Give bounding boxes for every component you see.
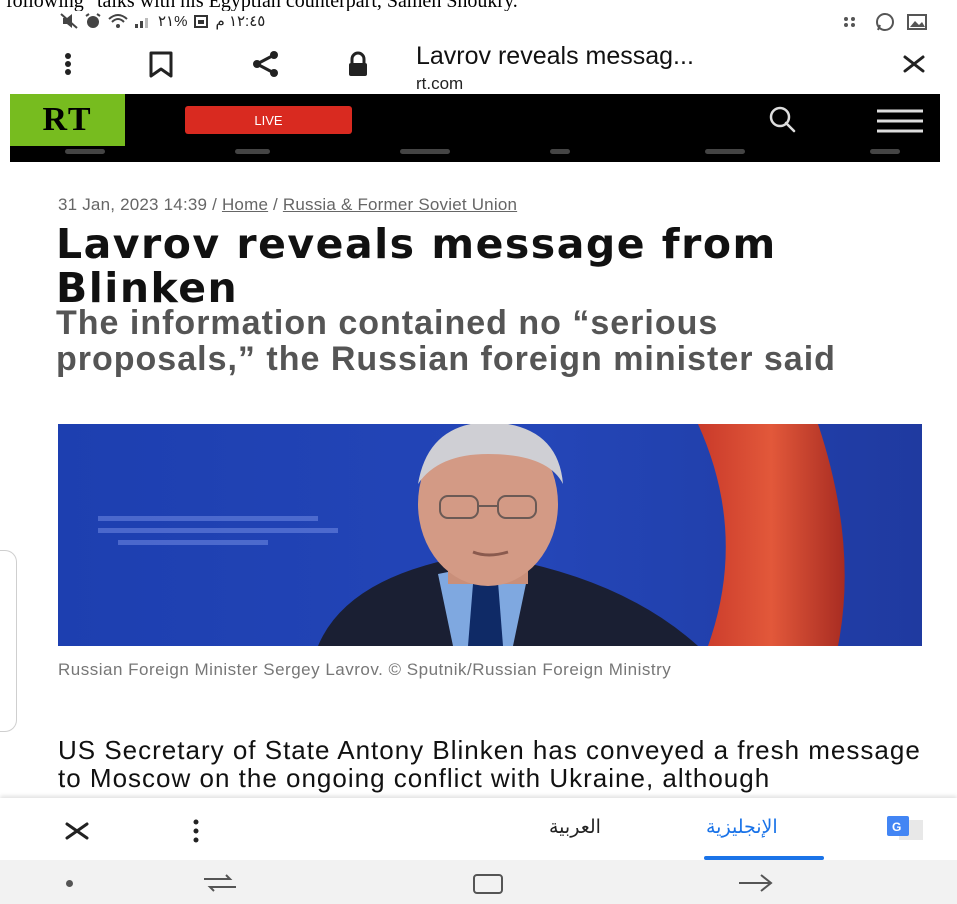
- page-title[interactable]: Lavrov reveals messag...: [416, 42, 694, 71]
- battery-percent: %٢١: [158, 13, 188, 30]
- mute-icon: [60, 13, 78, 29]
- status-time: ١٢:٤٥ م: [215, 13, 266, 30]
- home-icon[interactable]: [470, 872, 506, 896]
- menu-icon[interactable]: [875, 107, 925, 135]
- grid-notification-icon: [844, 17, 855, 27]
- article-photo[interactable]: [58, 424, 922, 646]
- whatsapp-icon: [876, 13, 894, 31]
- nav-dot-icon[interactable]: [66, 880, 73, 887]
- status-right: [843, 12, 927, 32]
- article-headline: Lavrov reveals message from Blinken: [56, 220, 777, 312]
- share-icon[interactable]: [250, 48, 282, 80]
- language-option-arabic[interactable]: العربية: [549, 816, 601, 839]
- status-left: ١٢:٤٥ م %٢١: [60, 12, 265, 30]
- status-bar: ١٢:٤٥ م %٢١: [0, 10, 957, 34]
- lock-icon: [349, 51, 367, 76]
- alarm-icon: [85, 13, 101, 28]
- breadcrumb-home[interactable]: Home: [222, 195, 268, 214]
- lavrov-photo-illustration: [58, 424, 922, 646]
- google-translate-icon: G: [887, 816, 923, 840]
- close-icon[interactable]: [62, 816, 92, 846]
- breadcrumb-section[interactable]: Russia & Former Soviet Union: [283, 195, 517, 214]
- more-vert-icon[interactable]: [52, 48, 84, 80]
- article-meta: 31 Jan, 2023 14:39 / Home / Russia & For…: [58, 195, 518, 214]
- calendar-icon: [194, 15, 209, 28]
- rt-logo[interactable]: RT: [10, 94, 125, 146]
- bookmark-icon[interactable]: [145, 48, 177, 80]
- search-icon[interactable]: [766, 104, 798, 136]
- edge-panel-handle[interactable]: [0, 550, 17, 732]
- svg-text:G: G: [892, 820, 901, 834]
- image-caption: Russian Foreign Minister Sergey Lavrov. …: [58, 660, 672, 679]
- category-strip: [10, 146, 940, 162]
- site-header: RT LIVE: [10, 94, 940, 162]
- system-nav-bar: [0, 860, 957, 904]
- signal-icon: [135, 18, 148, 28]
- live-button[interactable]: LIVE: [185, 106, 352, 134]
- article-body: US Secretary of State Antony Blinken has…: [58, 736, 921, 793]
- close-icon[interactable]: [898, 48, 930, 80]
- more-vert-icon[interactable]: [186, 816, 206, 846]
- back-arrow-icon[interactable]: [735, 872, 775, 894]
- article-date: 31 Jan, 2023 14:39: [58, 195, 208, 214]
- wifi-icon: [108, 14, 128, 28]
- recent-apps-icon[interactable]: [200, 872, 240, 894]
- translate-bar: العربية الإنجليزية G: [0, 798, 957, 860]
- language-option-english[interactable]: الإنجليزية: [706, 816, 778, 839]
- gallery-icon: [907, 14, 927, 30]
- page-url[interactable]: rt.com: [416, 74, 463, 94]
- browser-toolbar: Lavrov reveals messag... rt.com: [0, 34, 957, 94]
- article-subheadline: The information contained no “serious pr…: [56, 304, 836, 378]
